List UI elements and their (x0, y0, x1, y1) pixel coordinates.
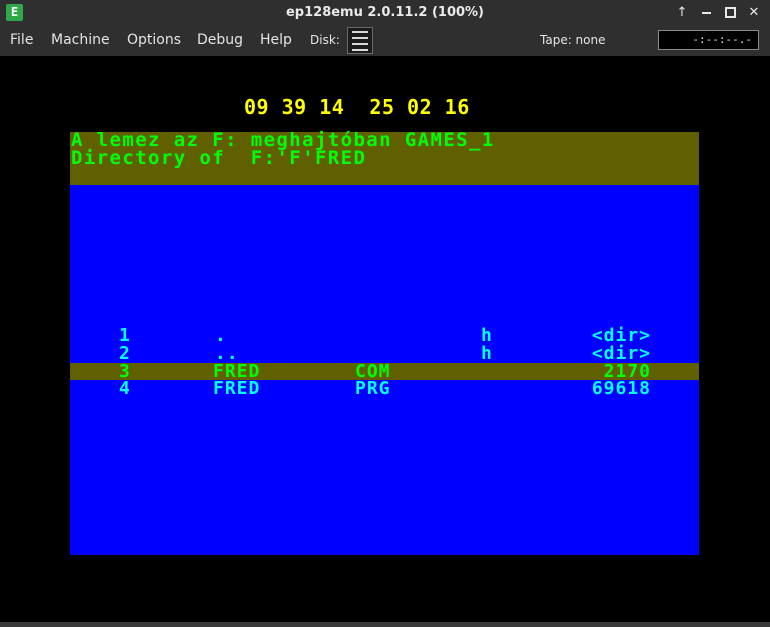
up-arrow-icon[interactable]: ↑ (673, 4, 691, 21)
directory-path-line: Directory of F:'F'FRED (71, 147, 367, 169)
row-number[interactable]: 1 (119, 327, 131, 345)
row-number[interactable]: 2 (119, 345, 131, 363)
file-extension: PRG (355, 378, 391, 399)
disk-label: Disk: (310, 33, 340, 47)
menu-machine[interactable]: Machine (51, 25, 110, 56)
tape-status: Tape: none (540, 33, 606, 47)
file-attribute: h (481, 325, 493, 346)
file-name[interactable]: FRED (213, 380, 260, 398)
file-size: <dir> (591, 325, 651, 346)
title-bar: E ep128emu 2.0.11.2 (100%) ↑ ✕ (0, 0, 770, 25)
menu-debug[interactable]: Debug (197, 25, 243, 56)
file-size: <dir> (591, 343, 651, 364)
row-number[interactable]: 4 (119, 380, 131, 398)
close-icon[interactable]: ✕ (745, 4, 763, 21)
disk-activity-icon[interactable] (347, 27, 373, 54)
file-size: 69618 (591, 378, 651, 399)
menu-help[interactable]: Help (260, 25, 292, 56)
window-bottom-border (0, 622, 770, 627)
file-name[interactable]: .. (215, 345, 239, 363)
maximize-icon[interactable] (721, 4, 739, 21)
file-name[interactable]: . (215, 327, 227, 345)
emulator-display[interactable]: 09 39 14 25 02 16 A lemez az F: meghajtó… (1, 56, 769, 622)
file-attribute: h (481, 343, 493, 364)
tape-position-display: -:--:--.- (658, 30, 759, 50)
menu-bar: File Machine Options Debug Help Disk: Ta… (0, 25, 770, 56)
minimize-icon[interactable] (697, 4, 715, 21)
menu-options[interactable]: Options (127, 25, 181, 56)
menu-file[interactable]: File (10, 25, 33, 56)
clock-display: 09 39 14 25 02 16 (244, 95, 470, 119)
window-title: ep128emu 2.0.11.2 (100%) (285, 5, 484, 20)
